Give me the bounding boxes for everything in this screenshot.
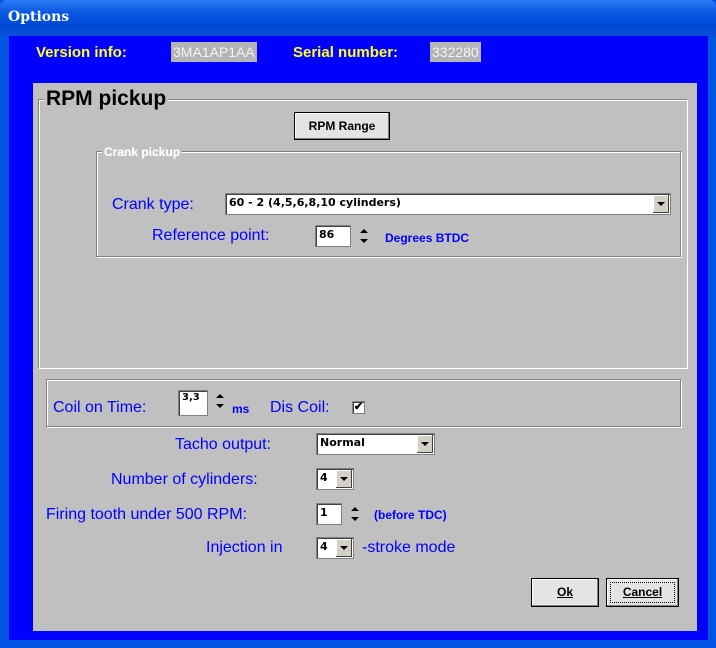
chevron-down-icon[interactable] <box>336 539 352 557</box>
cylinders-label: Number of cylinders: <box>111 471 258 488</box>
coil-on-time-spinner[interactable] <box>212 392 228 411</box>
spin-up-icon[interactable] <box>356 227 372 236</box>
chevron-down-icon[interactable] <box>653 195 669 213</box>
tacho-output-value: Normal <box>320 436 365 449</box>
cylinders-value: 4 <box>320 471 328 484</box>
spin-up-icon[interactable] <box>212 392 228 401</box>
reference-point-label: Reference point: <box>152 227 270 244</box>
cylinders-select[interactable]: 4 <box>316 468 354 490</box>
firing-tooth-value: 1 <box>320 506 328 519</box>
chevron-down-icon[interactable] <box>336 470 352 488</box>
injection-label: Injection in <box>206 539 283 556</box>
window-title: Options <box>8 9 70 25</box>
spin-down-icon[interactable] <box>347 515 363 524</box>
spin-down-icon[interactable] <box>356 237 372 246</box>
serial-label: Serial number: <box>293 44 399 61</box>
injection-select[interactable]: 4 <box>316 537 354 559</box>
reference-unit: Degrees BTDC <box>385 231 470 245</box>
crank-type-select[interactable]: 60 - 2 (4,5,6,8,10 cylinders) <box>225 193 671 215</box>
coil-on-time-value: 3,3 <box>182 392 200 403</box>
reference-point-value: 86 <box>319 228 335 241</box>
coil-on-time-input[interactable]: 3,3 <box>178 390 208 416</box>
rpm-pickup-title: RPM pickup <box>44 87 169 111</box>
injection-suffix: -stroke mode <box>362 539 456 556</box>
dis-coil-label: Dis Coil: <box>270 399 330 416</box>
crank-type-label: Crank type: <box>112 196 194 213</box>
crank-pickup-title: Crank pickup <box>102 145 183 159</box>
cancel-button[interactable]: Cancel <box>606 578 679 607</box>
firing-tooth-unit: (before TDC) <box>374 508 447 522</box>
firing-tooth-input[interactable]: 1 <box>316 503 342 525</box>
version-label: Version info: <box>36 44 127 61</box>
spin-up-icon[interactable] <box>347 505 363 514</box>
tacho-output-label: Tacho output: <box>175 436 272 453</box>
injection-value: 4 <box>320 540 328 553</box>
reference-point-input[interactable]: 86 <box>315 225 351 247</box>
coil-on-time-label: Coil on Time: <box>53 399 147 416</box>
tacho-output-select[interactable]: Normal <box>316 433 435 455</box>
firing-tooth-label: Firing tooth under 500 RPM: <box>46 506 247 523</box>
ok-button[interactable]: Ok <box>531 578 599 607</box>
reference-point-spinner[interactable] <box>356 227 372 246</box>
version-value: 3MA1AP1AA <box>171 42 257 62</box>
firing-tooth-spinner[interactable] <box>347 505 363 524</box>
title-bar[interactable]: Options <box>0 0 716 36</box>
chevron-down-icon[interactable] <box>417 435 433 453</box>
crank-type-value: 60 - 2 (4,5,6,8,10 cylinders) <box>229 196 401 209</box>
rpm-range-button[interactable]: RPM Range <box>294 112 390 140</box>
dis-coil-checkbox[interactable]: ✔ <box>352 401 365 414</box>
serial-value: 332280 <box>430 42 481 62</box>
options-window: Options Version info: 3MA1AP1AA Serial n… <box>0 0 716 648</box>
spin-down-icon[interactable] <box>212 402 228 411</box>
coil-on-time-unit: ms <box>232 402 250 416</box>
